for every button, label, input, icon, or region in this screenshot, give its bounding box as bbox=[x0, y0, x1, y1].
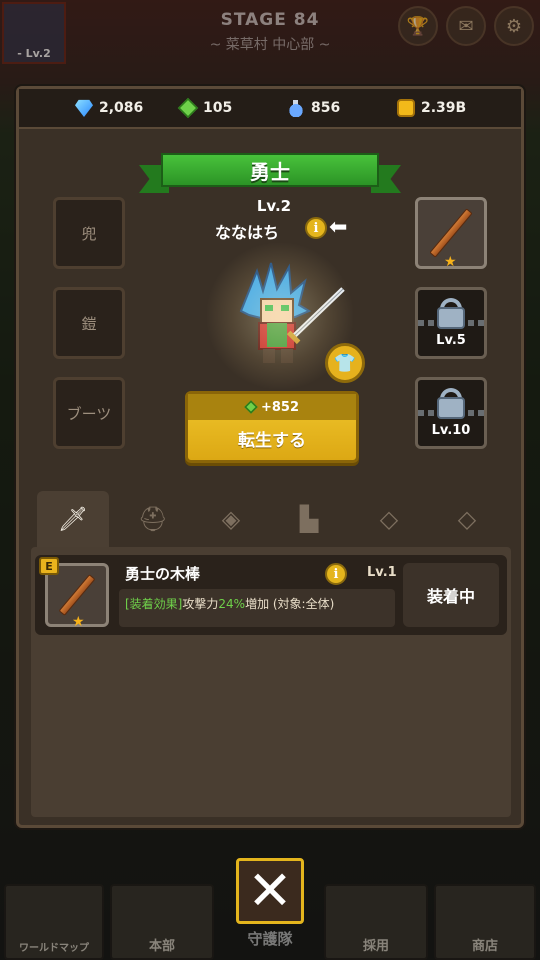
shirt-icon: 👕 bbox=[333, 352, 357, 374]
tab-weapon[interactable]: 🗡 bbox=[37, 491, 109, 547]
diamond-value: 2,086 bbox=[99, 100, 144, 116]
nav-shop[interactable]: 商店 bbox=[434, 884, 536, 960]
reincarnate-button[interactable]: +852 転生する bbox=[185, 391, 359, 463]
gold-counter: 2.39B bbox=[397, 99, 466, 117]
coin-icon bbox=[397, 99, 415, 117]
diamond-icon bbox=[75, 99, 93, 117]
nav-world-map-label: ワールドマップ bbox=[19, 943, 89, 954]
helmet-slot-label: 兜 bbox=[81, 224, 97, 243]
lock-level-label: Lv.5 bbox=[436, 332, 466, 348]
gem-icon bbox=[244, 400, 258, 414]
boots-icon: ▙ bbox=[299, 505, 319, 533]
boots-slot-label: ブーツ bbox=[66, 404, 112, 423]
nav-headquarters[interactable]: 本部 bbox=[110, 884, 214, 960]
list-item[interactable]: ★ E 勇士の木棒 i Lv.1 [装着効果]攻撃力24%増加 (対象:全体) … bbox=[35, 555, 507, 635]
hero-equipment-panel: 2,086 105 856 2.39B 勇士 Lv.2 ななはち i ⬅ 兜 鎧… bbox=[16, 86, 524, 828]
pointer-arrow-icon: ⬅ bbox=[329, 215, 348, 240]
equipped-badge: E bbox=[39, 557, 59, 575]
effect-text-2: 増加 (対象:全体) bbox=[245, 597, 335, 611]
necklace-1-icon: ◇ bbox=[379, 505, 399, 533]
tab-armor[interactable]: ◈ bbox=[195, 491, 267, 547]
necklace-2-icon: ◇ bbox=[457, 505, 477, 533]
trophy-icon[interactable]: 🏆 bbox=[398, 6, 438, 46]
helmet-slot[interactable]: 兜 bbox=[53, 197, 125, 269]
nav-recruit[interactable]: 採用 bbox=[324, 884, 428, 960]
potion-icon bbox=[287, 99, 305, 117]
equipment-tabs: 🗡 ⛑ ◈ ▙ ◇ ◇ bbox=[37, 491, 509, 547]
wooden-stick-icon bbox=[429, 208, 473, 258]
gem-value: 105 bbox=[203, 100, 233, 116]
equipment-list: ★ E 勇士の木棒 i Lv.1 [装着効果]攻撃力24%増加 (対象:全体) … bbox=[31, 547, 511, 817]
lock-icon bbox=[437, 306, 465, 329]
gear-icon[interactable]: ⚙ bbox=[494, 6, 534, 46]
nav-world-map[interactable]: ワールドマップ bbox=[4, 884, 104, 960]
wooden-stick-icon bbox=[58, 574, 96, 616]
item-level: Lv.1 bbox=[367, 565, 397, 580]
potion-value: 856 bbox=[311, 100, 341, 116]
close-button[interactable]: ✕ bbox=[236, 858, 304, 924]
hero-name: ななはち bbox=[215, 223, 280, 242]
sword-icon: 🗡 bbox=[57, 505, 89, 533]
nav-recruit-label: 採用 bbox=[362, 939, 389, 954]
boots-slot[interactable]: ブーツ bbox=[53, 377, 125, 449]
weapon-slot[interactable]: ★ bbox=[415, 197, 487, 270]
locked-slot-lv5[interactable]: Lv.5 bbox=[415, 287, 487, 359]
tab-necklace-2[interactable]: ◇ bbox=[431, 491, 503, 547]
tab-helmet[interactable]: ⛑ bbox=[117, 491, 189, 547]
item-info-icon[interactable]: i bbox=[325, 563, 347, 585]
helmet-icon: ⛑ bbox=[137, 505, 169, 533]
tab-boots[interactable]: ▙ bbox=[273, 491, 345, 547]
armor-slot[interactable]: 鎧 bbox=[53, 287, 125, 359]
armor-icon: ◈ bbox=[221, 505, 241, 533]
gem-icon bbox=[177, 97, 199, 119]
gem-counter: 105 bbox=[177, 97, 233, 119]
diamond-counter: 2,086 bbox=[75, 99, 143, 117]
item-effect: [装着効果]攻撃力24%増加 (対象:全体) bbox=[119, 589, 395, 627]
currency-bar: 2,086 105 856 2.39B bbox=[19, 89, 521, 129]
mail-icon[interactable]: ✉ bbox=[446, 6, 486, 46]
effect-tag: [装着効果] bbox=[125, 597, 183, 611]
potion-counter: 856 bbox=[287, 99, 340, 117]
tab-necklace-1[interactable]: ◇ bbox=[353, 491, 425, 547]
reincarnate-cost-value: +852 bbox=[260, 399, 300, 415]
reincarnate-label: 転生する bbox=[238, 431, 306, 451]
equipped-status-button[interactable]: 装着中 bbox=[403, 563, 499, 627]
star-icon: ★ bbox=[72, 614, 85, 630]
star-icon: ★ bbox=[444, 254, 457, 270]
locked-slot-lv10[interactable]: Lv.10 bbox=[415, 377, 487, 449]
top-hud: - Lv.2 STAGE 84 ~ 菜草村 中心部 ~ 🏆 ✉ ⚙ bbox=[0, 0, 540, 70]
nav-shop-label: 商店 bbox=[471, 939, 498, 954]
nav-headquarters-label: 本部 bbox=[148, 939, 175, 954]
class-banner: 勇士 bbox=[139, 153, 401, 197]
hero-info-icon[interactable]: i bbox=[305, 217, 327, 239]
armor-slot-label: 鎧 bbox=[81, 314, 97, 333]
gold-value: 2.39B bbox=[421, 100, 467, 116]
item-name: 勇士の木棒 bbox=[125, 565, 201, 583]
close-label: 守護隊 bbox=[247, 930, 293, 948]
lock-level-label: Lv.10 bbox=[431, 422, 471, 438]
costume-button[interactable]: 👕 bbox=[325, 343, 365, 383]
reincarnate-cost: +852 bbox=[188, 394, 356, 420]
effect-value: 24% bbox=[218, 597, 246, 611]
lock-icon bbox=[437, 396, 465, 419]
hero-level: Lv.2 bbox=[256, 197, 292, 215]
class-title: 勇士 bbox=[161, 153, 379, 187]
effect-text-1: 攻撃力 bbox=[182, 597, 219, 611]
close-icon: ✕ bbox=[247, 859, 293, 922]
